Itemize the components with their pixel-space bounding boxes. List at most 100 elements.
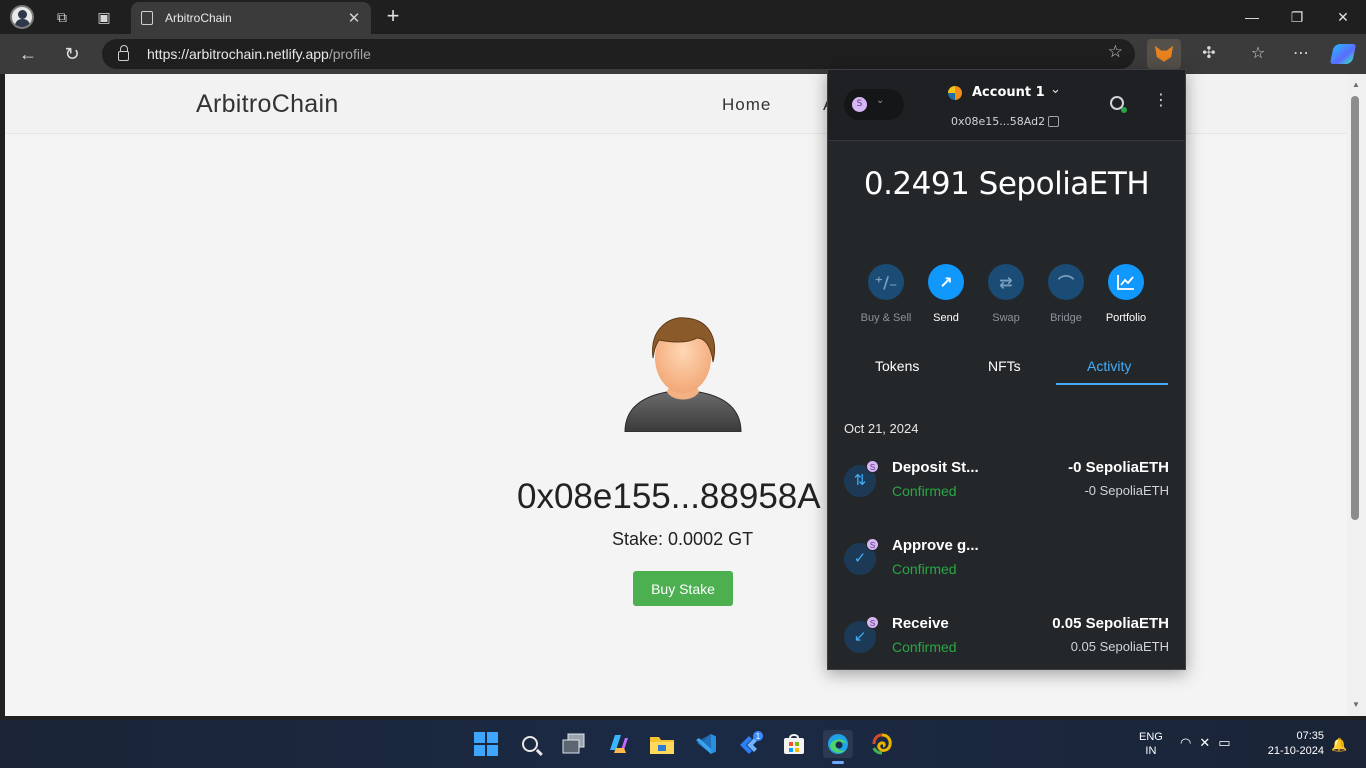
connection-status-dot	[1121, 107, 1127, 113]
start-button[interactable]	[472, 730, 500, 758]
vscode-icon[interactable]	[692, 730, 720, 758]
account-identicon	[948, 86, 962, 100]
metamask-extension-button[interactable]	[1147, 39, 1181, 69]
swap-button[interactable]: ⇄ Swap	[974, 264, 1038, 324]
asset-tabs: Tokens NFTs Activity	[828, 350, 1185, 386]
active-tab-indicator	[1056, 383, 1168, 385]
activity-item[interactable]: ↙ S Receive Confirmed 0.05 SepoliaETH 0.…	[828, 615, 1185, 675]
stake-amount: Stake: 0.0002 GT	[612, 529, 754, 549]
copilot-taskbar-icon[interactable]	[604, 730, 632, 758]
tab-close-icon[interactable]: ✕	[343, 9, 365, 27]
browser-toolbar: ← ↻ https://arbitrochain.netlify.app/pro…	[0, 34, 1366, 74]
browser-tab-active[interactable]: ArbitroChain ✕	[131, 2, 371, 34]
system-tray[interactable]: ◠✕▭	[1180, 735, 1239, 751]
tx-amount-secondary: 0.05 SepoliaETH	[1070, 639, 1169, 654]
favorite-star-icon[interactable]: ☆	[1108, 42, 1123, 62]
workspaces-icon[interactable]: ⧉	[50, 5, 74, 29]
notification-bell-icon[interactable]: 🔔	[1331, 737, 1347, 753]
network-badge: S	[866, 538, 879, 551]
file-explorer-icon[interactable]	[648, 730, 676, 758]
portfolio-chart-icon	[1108, 264, 1144, 300]
back-button[interactable]: ←	[15, 42, 41, 66]
jira-app-icon[interactable]: 1	[736, 730, 764, 758]
scroll-down-icon[interactable]: ▼	[1352, 700, 1360, 709]
network-badge: S	[866, 616, 879, 629]
balance-display: 0.2491 SepoliaETH	[863, 166, 1150, 202]
lang-line2: IN	[1145, 745, 1157, 757]
chevron-down-icon: ⌄	[876, 95, 885, 106]
buy-sell-button[interactable]: ⁺∕₋ Buy & Sell	[854, 264, 918, 324]
bridge-icon: ⌒	[1048, 264, 1084, 300]
tab-nfts[interactable]: NFTs	[988, 358, 1021, 374]
metamask-header: S ⌄ Account 1 ⌄ 0x08e15...58Ad2 ⋮	[828, 70, 1185, 141]
tab-tokens[interactable]: Tokens	[875, 358, 919, 374]
restore-button[interactable]: ❐	[1282, 4, 1312, 30]
battery-icon[interactable]: ▭	[1218, 735, 1238, 750]
clock-date: 21-10-2024	[1267, 745, 1324, 757]
account-options-kebab-icon[interactable]: ⋮	[1153, 92, 1169, 108]
copy-icon[interactable]	[1048, 116, 1059, 127]
tab-actions-icon[interactable]: ▣	[92, 5, 116, 29]
volume-muted-icon[interactable]: ✕	[1199, 735, 1218, 750]
tx-amount: 0.05 SepoliaETH	[1052, 615, 1169, 632]
clock-time: 07:35	[1296, 730, 1324, 742]
tab-activity[interactable]: Activity	[1087, 358, 1131, 374]
site-brand[interactable]: ArbitroChain	[196, 90, 339, 119]
favorites-icon[interactable]: ☆	[1241, 39, 1275, 69]
app-spiral-icon[interactable]	[868, 730, 896, 758]
wifi-icon[interactable]: ◠	[1180, 735, 1199, 750]
swap-icon: ⇄	[988, 264, 1024, 300]
swap-label: Swap	[992, 312, 1020, 324]
tx-title: Deposit St...	[892, 459, 979, 476]
url-host: https://arbitrochain.netlify.app	[147, 46, 329, 62]
send-button[interactable]: ↗ Send	[914, 264, 978, 324]
activity-item[interactable]: ⇅ S Deposit St... Confirmed -0 SepoliaET…	[828, 459, 1185, 519]
address-bar[interactable]: https://arbitrochain.netlify.app/profile…	[102, 39, 1135, 69]
bridge-button[interactable]: ⌒ Bridge	[1034, 264, 1098, 324]
copilot-icon[interactable]	[1326, 39, 1360, 69]
tx-status: Confirmed	[892, 483, 957, 499]
microsoft-store-icon[interactable]	[780, 730, 808, 758]
buy-sell-label: Buy & Sell	[860, 312, 912, 324]
search-icon	[522, 736, 538, 752]
edge-browser-icon[interactable]	[823, 730, 853, 764]
new-tab-button[interactable]: +	[381, 5, 405, 29]
search-button[interactable]	[516, 730, 544, 758]
page-scrollbar[interactable]: ▲ ▼	[1347, 74, 1366, 716]
close-window-button[interactable]: ✕	[1328, 4, 1358, 30]
network-badge: S	[852, 97, 867, 112]
url-path: /profile	[328, 46, 371, 62]
tx-status: Confirmed	[892, 561, 957, 577]
tx-title: Receive	[892, 615, 949, 632]
task-view-button[interactable]	[560, 730, 588, 758]
lock-icon[interactable]	[118, 44, 129, 61]
portfolio-label: Portfolio	[1105, 312, 1147, 324]
browser-profile-avatar[interactable]	[10, 5, 34, 29]
wallet-address: 0x08e155...88958A	[517, 477, 821, 516]
bridge-label: Bridge	[1050, 312, 1082, 324]
account-chevron-down-icon[interactable]: ⌄	[1050, 82, 1061, 97]
taskbar-clock[interactable]: 07:35 21-10-2024	[1254, 729, 1324, 759]
profile-avatar-icon	[623, 316, 743, 433]
nav-home-link[interactable]: Home	[722, 95, 771, 115]
minimize-button[interactable]: —	[1237, 4, 1267, 30]
buy-stake-button[interactable]: Buy Stake	[633, 571, 733, 606]
scroll-thumb[interactable]	[1351, 96, 1359, 520]
scroll-up-icon[interactable]: ▲	[1352, 80, 1360, 89]
windows-logo-icon	[474, 732, 498, 756]
refresh-button[interactable]: ↻	[59, 42, 85, 66]
metamask-fox-icon	[1155, 45, 1173, 62]
send-arrow-icon: ↗	[928, 264, 964, 300]
extensions-puzzle-icon[interactable]: ✣	[1192, 39, 1226, 69]
activity-item[interactable]: ✓ S Approve g... Confirmed	[828, 537, 1185, 597]
activity-date-header: Oct 21, 2024	[844, 421, 919, 436]
account-name[interactable]: Account 1	[972, 85, 1045, 100]
lang-line1: ENG	[1139, 731, 1163, 743]
taskbar-badge-count: 1	[756, 732, 761, 741]
account-address[interactable]: 0x08e15...58Ad2	[951, 115, 1045, 128]
network-selector[interactable]: S ⌄	[844, 89, 904, 120]
portfolio-button[interactable]: Portfolio	[1094, 264, 1158, 324]
more-menu-icon[interactable]: ⋯	[1284, 39, 1318, 69]
tx-status: Confirmed	[892, 639, 957, 655]
language-indicator[interactable]: ENG IN	[1139, 730, 1163, 758]
